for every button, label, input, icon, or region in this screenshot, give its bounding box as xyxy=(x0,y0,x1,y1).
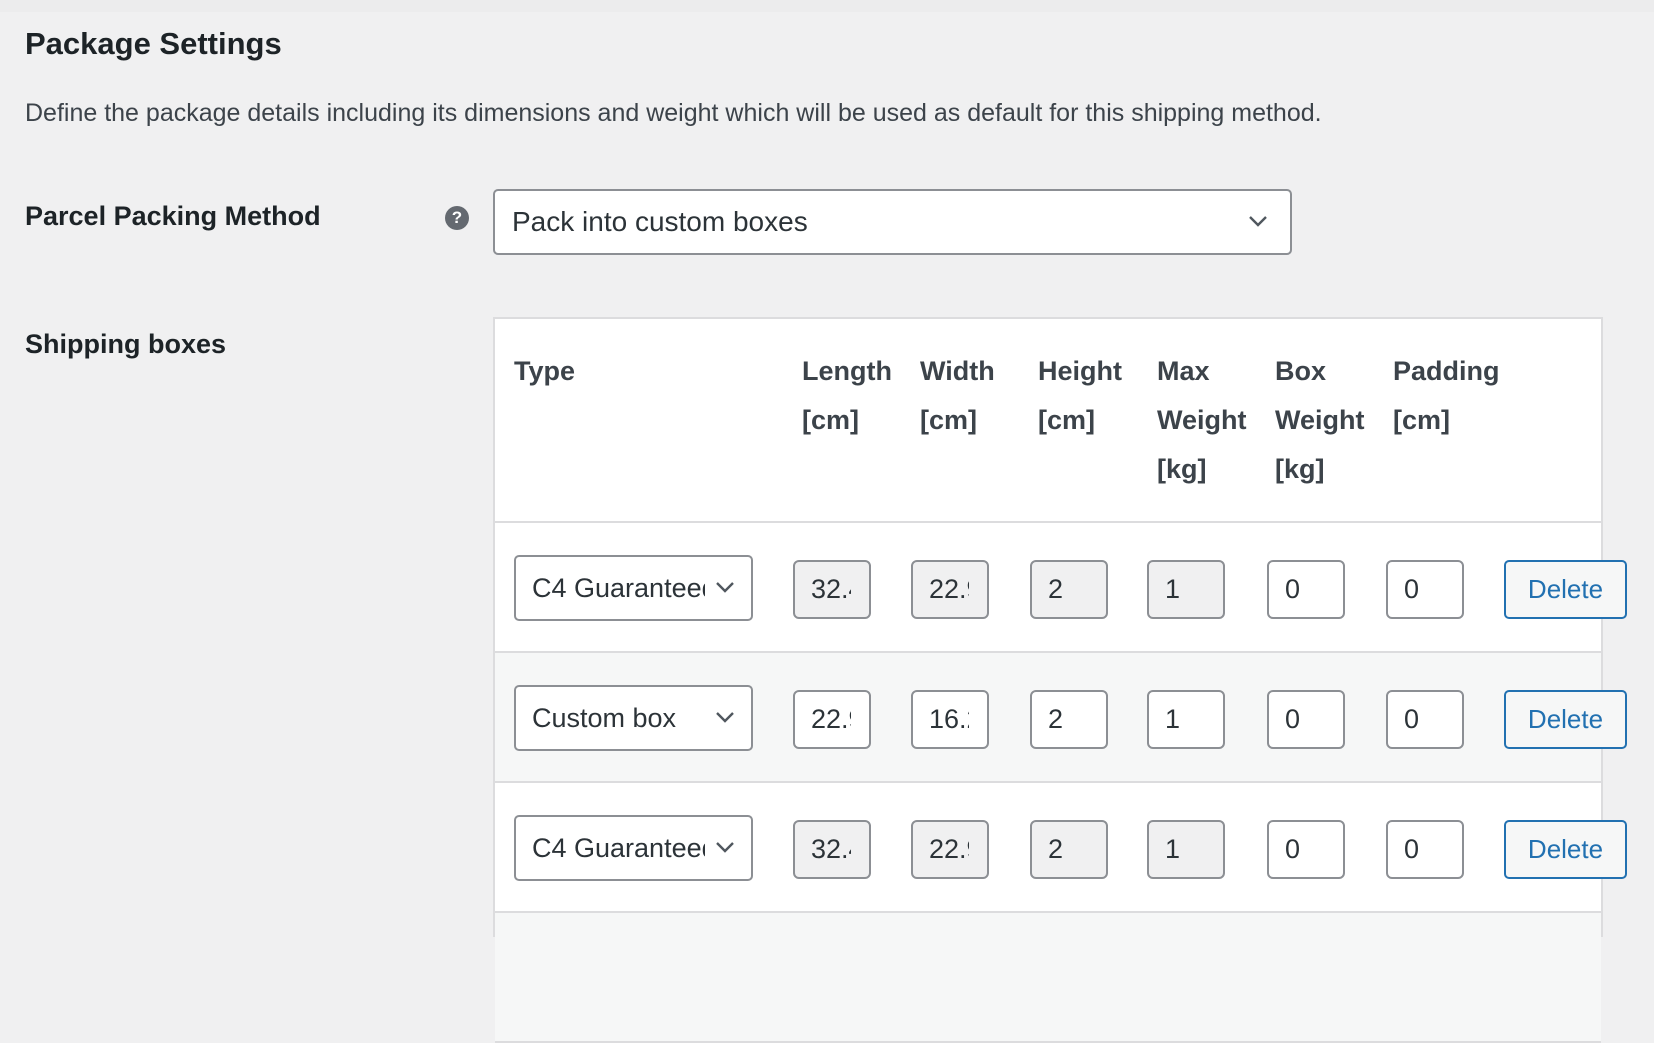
delete-button[interactable]: Delete xyxy=(1504,560,1627,619)
column-header-text: Padding xyxy=(1393,356,1500,386)
chevron-down-icon xyxy=(716,712,734,723)
box-type-selected: C4 Guaranteed xyxy=(532,832,705,863)
max-weight-input[interactable]: 1 xyxy=(1147,690,1225,749)
box-weight-value: 0 xyxy=(1285,834,1301,864)
top-strip xyxy=(0,0,1654,12)
padding-value: 0 xyxy=(1404,574,1420,604)
width-input[interactable]: 22.9 xyxy=(911,560,989,619)
box-type-select[interactable]: Custom box xyxy=(514,685,753,751)
box-weight-value: 0 xyxy=(1285,704,1301,734)
packing-method-select[interactable]: Pack into custom boxes xyxy=(493,189,1292,255)
table-header: Type Length [cm] Width [cm] Height [cm] … xyxy=(495,319,1601,523)
column-header-unit: [cm] xyxy=(920,405,978,435)
column-header-text: Height xyxy=(1038,356,1122,386)
table-row: Custom box 22.9 16.2 2 1 0 0 Delete xyxy=(495,653,1627,783)
column-header-unit: [cm] xyxy=(1393,405,1451,435)
chevron-down-icon xyxy=(716,842,734,853)
column-header-text: Width xyxy=(920,356,995,386)
shipping-boxes-table: Type Length [cm] Width [cm] Height [cm] … xyxy=(493,317,1627,1043)
box-type-selected: Custom box xyxy=(532,702,677,733)
width-input[interactable]: 22.9 xyxy=(911,820,989,879)
packing-method-selected: Pack into custom boxes xyxy=(512,206,808,237)
column-header-unit: [kg] xyxy=(1275,454,1325,484)
table-row-partial xyxy=(495,913,1601,1043)
column-header-text: Type xyxy=(514,356,576,386)
column-header-padding: Padding [cm] xyxy=(1393,347,1500,445)
table-row: C4 Guaranteed 32.4 22.9 2 1 0 0 Delete xyxy=(495,523,1627,653)
packing-method-label: Parcel Packing Method xyxy=(25,201,321,231)
section-description: Define the package details including its… xyxy=(25,99,1322,127)
box-type-selected: C4 Guaranteed xyxy=(532,572,705,603)
column-header-width: Width [cm] xyxy=(920,347,995,445)
column-header-text: Weight xyxy=(1275,405,1365,435)
column-header-text: Length xyxy=(802,356,892,386)
length-value: 32.4 xyxy=(811,834,851,864)
column-header-max-weight: Max Weight [kg] xyxy=(1157,347,1247,494)
padding-input[interactable]: 0 xyxy=(1386,690,1464,749)
height-value: 2 xyxy=(1048,704,1064,734)
width-value: 22.9 xyxy=(929,574,969,604)
padding-input[interactable]: 0 xyxy=(1386,820,1464,879)
height-input[interactable]: 2 xyxy=(1030,690,1108,749)
box-weight-input[interactable]: 0 xyxy=(1267,690,1345,749)
column-header-unit: [kg] xyxy=(1157,454,1207,484)
column-header-length: Length [cm] xyxy=(802,347,892,445)
padding-input[interactable]: 0 xyxy=(1386,560,1464,619)
length-input[interactable]: 32.4 xyxy=(793,820,871,879)
page-title: Package Settings xyxy=(25,26,282,61)
box-type-select[interactable]: C4 Guaranteed xyxy=(514,815,753,881)
height-input[interactable]: 2 xyxy=(1030,560,1108,619)
max-weight-value: 1 xyxy=(1165,834,1181,864)
length-value: 22.9 xyxy=(811,704,851,734)
height-input[interactable]: 2 xyxy=(1030,820,1108,879)
column-header-text: Box xyxy=(1275,356,1327,386)
box-weight-value: 0 xyxy=(1285,574,1301,604)
max-weight-value: 1 xyxy=(1165,574,1181,604)
length-input[interactable]: 22.9 xyxy=(793,690,871,749)
max-weight-input[interactable]: 1 xyxy=(1147,560,1225,619)
height-value: 2 xyxy=(1048,834,1064,864)
shipping-boxes-label: Shipping boxes xyxy=(25,329,227,359)
column-header-unit: [cm] xyxy=(1038,405,1096,435)
length-input[interactable]: 32.4 xyxy=(793,560,871,619)
box-weight-input[interactable]: 0 xyxy=(1267,820,1345,879)
width-value: 16.2 xyxy=(929,704,969,734)
box-type-select[interactable]: C4 Guaranteed xyxy=(514,555,753,621)
max-weight-input[interactable]: 1 xyxy=(1147,820,1225,879)
delete-button[interactable]: Delete xyxy=(1504,690,1627,749)
delete-button[interactable]: Delete xyxy=(1504,820,1627,879)
column-header-box-weight: Box Weight [kg] xyxy=(1275,347,1365,494)
padding-value: 0 xyxy=(1404,834,1420,864)
column-header-unit: [cm] xyxy=(802,405,860,435)
padding-value: 0 xyxy=(1404,704,1420,734)
width-input[interactable]: 16.2 xyxy=(911,690,989,749)
column-header-text: Max xyxy=(1157,356,1210,386)
width-value: 22.9 xyxy=(929,834,969,864)
column-header-text: Weight xyxy=(1157,405,1247,435)
height-value: 2 xyxy=(1048,574,1064,604)
max-weight-value: 1 xyxy=(1165,704,1181,734)
question-circle-icon[interactable]: ? xyxy=(445,206,469,230)
column-header-height: Height [cm] xyxy=(1038,347,1122,445)
column-header-type: Type xyxy=(514,347,575,396)
chevron-down-icon xyxy=(716,582,734,593)
chevron-down-icon xyxy=(1249,216,1267,227)
length-value: 32.4 xyxy=(811,574,851,604)
box-weight-input[interactable]: 0 xyxy=(1267,560,1345,619)
table-row: C4 Guaranteed 32.4 22.9 2 1 0 0 Delete xyxy=(495,783,1627,913)
